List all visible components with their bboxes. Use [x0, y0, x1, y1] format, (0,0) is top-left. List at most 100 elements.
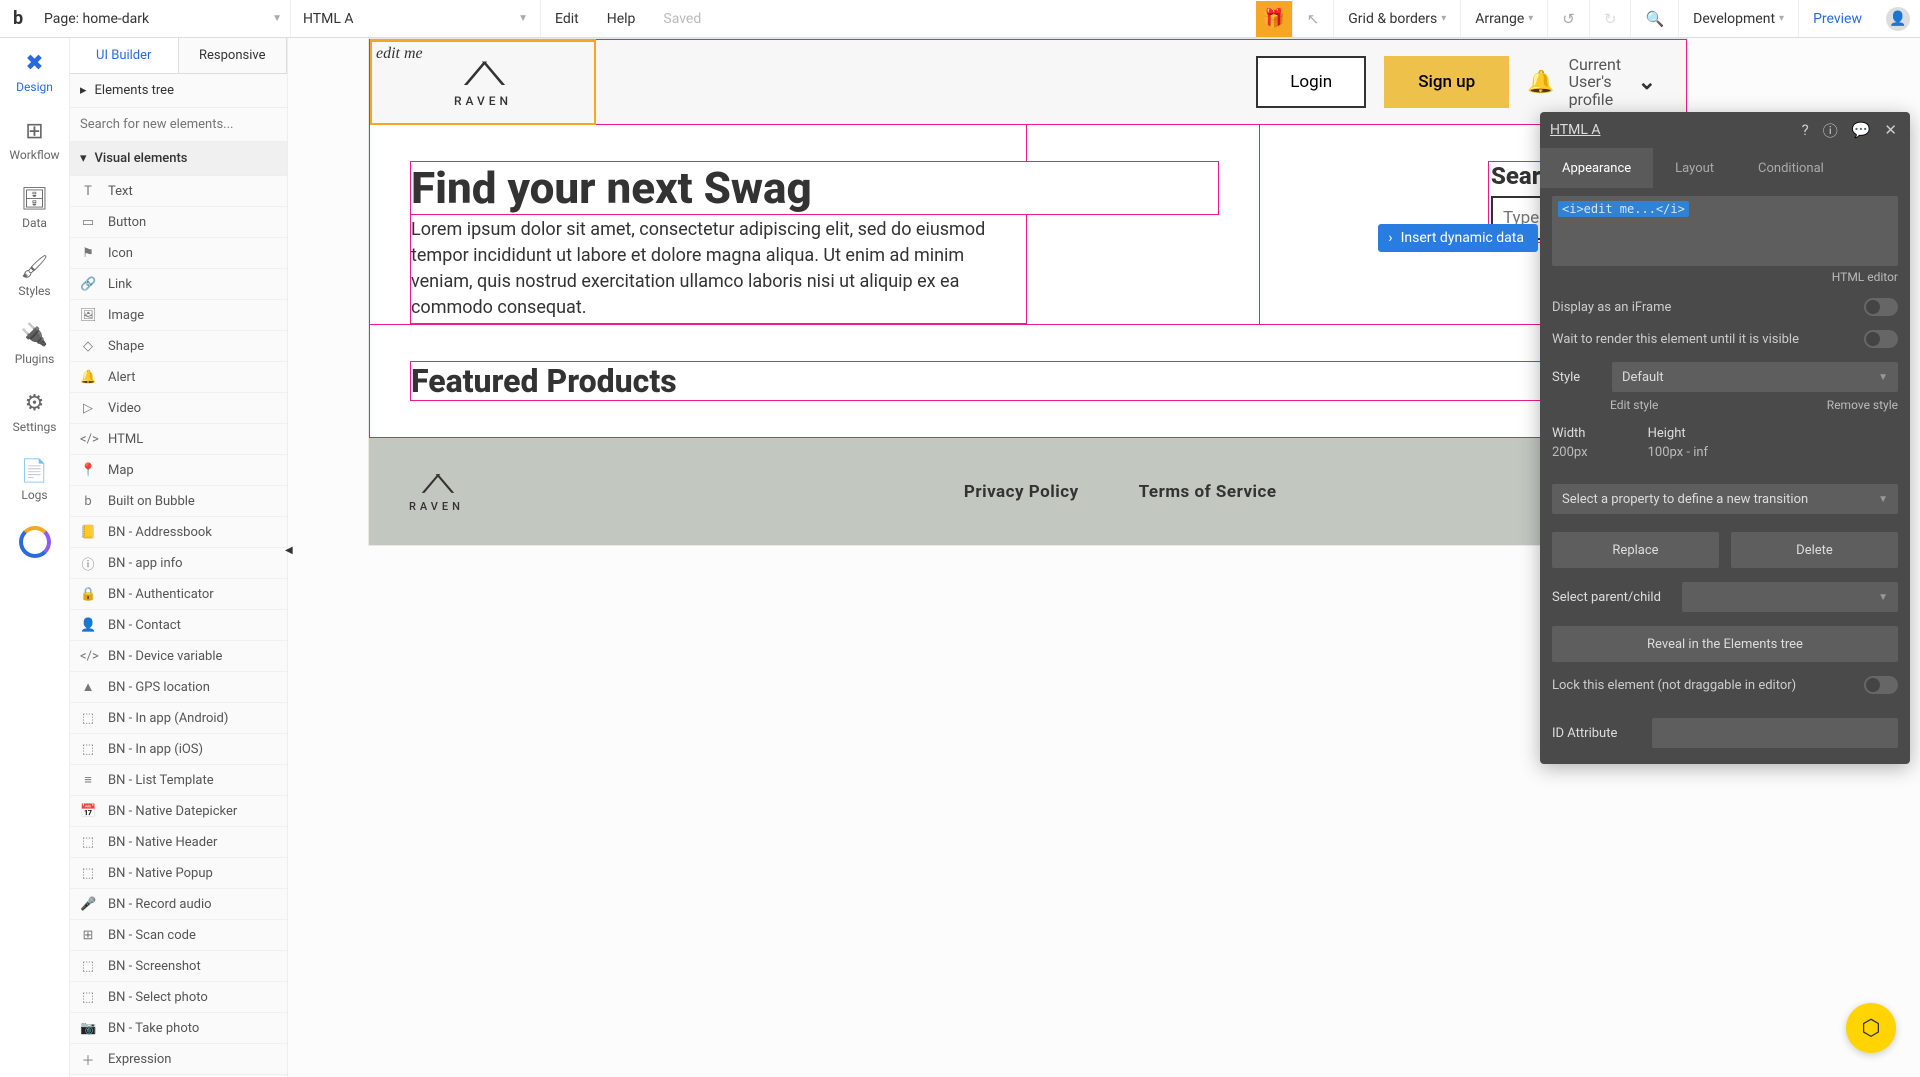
lock-toggle[interactable] — [1864, 676, 1898, 694]
palette-item[interactable]: ◇Shape — [70, 331, 287, 362]
palette-item[interactable]: ＋Expression — [70, 1044, 287, 1075]
palette-item[interactable]: ▲BN - GPS location — [70, 672, 287, 703]
palette-item[interactable]: 🔔Alert — [70, 362, 287, 393]
transition-select[interactable]: Select a property to define a new transi… — [1552, 484, 1898, 514]
tab-layout[interactable]: Layout — [1653, 148, 1736, 188]
replace-button[interactable]: Replace — [1552, 532, 1719, 568]
rail-design[interactable]: ✖ Design — [0, 38, 70, 106]
palette-item[interactable]: 🔗Link — [70, 269, 287, 300]
palette-item[interactable]: ▭Button — [70, 207, 287, 238]
palette-item[interactable]: ⬚BN - In app (iOS) — [70, 734, 287, 765]
help-menu[interactable]: Help — [593, 0, 650, 37]
palette-item[interactable]: TText — [70, 176, 287, 207]
palette-item[interactable]: ⚑Icon — [70, 238, 287, 269]
palette-item[interactable]: 📅BN - Native Datepicker — [70, 796, 287, 827]
palette-item[interactable]: bBuilt on Bubble — [70, 486, 287, 517]
workflow-icon: ⊞ — [25, 119, 43, 144]
undo-button[interactable]: ↺ — [1547, 0, 1589, 37]
body-text: Lorem ipsum dolor sit amet, consectetur … — [411, 219, 985, 318]
palette-item[interactable]: 🖼Image — [70, 300, 287, 331]
gift-icon[interactable]: 🎁 — [1256, 1, 1292, 37]
redo-button[interactable]: ↻ — [1589, 0, 1631, 37]
parent-select[interactable]: ▼ — [1682, 582, 1898, 612]
html-code-input[interactable]: <i>edit me...</i> — [1552, 196, 1898, 266]
login-button[interactable]: Login — [1256, 56, 1366, 108]
tab-conditional[interactable]: Conditional — [1736, 148, 1846, 188]
help-icon[interactable]: ? — [1799, 121, 1812, 139]
palette-item[interactable]: ≡BN - List Template — [70, 765, 287, 796]
rail-data[interactable]: 🗄 Data — [0, 174, 70, 242]
collapse-panel-icon[interactable]: ◀ — [285, 545, 293, 556]
html-editor-link[interactable]: HTML editor — [1552, 270, 1898, 284]
arrange-menu[interactable]: Arrange ▾ — [1460, 0, 1547, 37]
chevron-down-icon: ▼ — [1878, 372, 1888, 383]
palette-item[interactable]: 🔒BN - Authenticator — [70, 579, 287, 610]
edit-menu[interactable]: Edit — [541, 0, 593, 37]
bubble-logo[interactable]: b — [0, 8, 36, 29]
id-input[interactable] — [1652, 718, 1898, 748]
info-icon[interactable]: ⓘ — [1820, 120, 1841, 141]
style-value: Default — [1622, 370, 1664, 385]
comment-icon[interactable]: 💬 — [1849, 121, 1874, 139]
remove-style-link[interactable]: Remove style — [1827, 398, 1898, 412]
bell-icon[interactable]: 🔔 — [1527, 70, 1554, 95]
iframe-toggle[interactable] — [1864, 298, 1898, 316]
reveal-button[interactable]: Reveal in the Elements tree — [1552, 626, 1898, 662]
palette-item[interactable]: 📷BN - Take photo — [70, 1013, 287, 1044]
wait-toggle[interactable] — [1864, 330, 1898, 348]
inspector-title[interactable]: HTML A — [1550, 122, 1791, 138]
delete-button[interactable]: Delete — [1731, 532, 1898, 568]
tab-ui-builder[interactable]: UI Builder — [70, 38, 179, 73]
page-footer: ⟋⟍ RAVEN Privacy Policy Terms of Service — [369, 438, 1687, 545]
elements-tree-toggle[interactable]: ▸ Elements tree — [70, 74, 287, 108]
search-elements[interactable] — [70, 108, 287, 142]
palette-item[interactable]: ⬚BN - Native Popup — [70, 858, 287, 889]
style-select[interactable]: Default ▼ — [1612, 362, 1898, 392]
palette-item[interactable]: 🎤BN - Record audio — [70, 889, 287, 920]
design-icon: ✖ — [25, 51, 43, 76]
visual-elements-header[interactable]: ▾ Visual elements — [70, 142, 287, 176]
tab-appearance[interactable]: Appearance — [1540, 148, 1653, 188]
rail-workflow[interactable]: ⊞ Workflow — [0, 106, 70, 174]
element-icon: ▷ — [80, 401, 96, 416]
edit-style-link[interactable]: Edit style — [1610, 398, 1658, 412]
preview-button[interactable]: Preview — [1798, 0, 1876, 37]
palette-item[interactable]: ⬚BN - Screenshot — [70, 951, 287, 982]
terms-link[interactable]: Terms of Service — [1139, 482, 1277, 502]
palette-item[interactable]: ⓘBN - app info — [70, 548, 287, 579]
rail-styles[interactable]: 🖌 Styles — [0, 242, 70, 310]
palette-item[interactable]: ⬚BN - In app (Android) — [70, 703, 287, 734]
element-selector[interactable]: HTML A ▼ — [291, 0, 541, 37]
rail-plugins[interactable]: 🔌 Plugins — [0, 310, 70, 378]
help-fab[interactable]: ⬡ — [1846, 1003, 1896, 1053]
pointer-tool[interactable]: ↖ — [1292, 0, 1334, 37]
privacy-link[interactable]: Privacy Policy — [964, 482, 1079, 502]
palette-item-label: Button — [108, 215, 146, 230]
search-input[interactable] — [80, 117, 277, 132]
palette-item[interactable]: 👤BN - Contact — [70, 610, 287, 641]
html-a-element[interactable]: edit me ⟋⟍ RAVEN — [370, 39, 596, 125]
mode-menu[interactable]: Development ▾ — [1678, 0, 1798, 37]
chevron-down-icon[interactable]: ⌄ — [1638, 70, 1656, 95]
palette-item[interactable]: 📒BN - Addressbook — [70, 517, 287, 548]
insert-dynamic-data-button[interactable]: › Insert dynamic data — [1378, 224, 1538, 252]
close-icon[interactable]: ✕ — [1881, 121, 1900, 139]
tab-responsive[interactable]: Responsive — [179, 38, 288, 73]
palette-item[interactable]: ⬚BN - Select photo — [70, 982, 287, 1013]
palette-item[interactable]: 📍Map — [70, 455, 287, 486]
palette-item[interactable]: ▷Video — [70, 393, 287, 424]
page-selector[interactable]: Page: home-dark ▼ — [36, 0, 291, 37]
rail-settings[interactable]: ⚙ Settings — [0, 378, 70, 446]
signup-button[interactable]: Sign up — [1384, 56, 1509, 108]
palette-item[interactable]: </>BN - Device variable — [70, 641, 287, 672]
chevron-down-icon: ▼ — [518, 13, 528, 24]
palette-item[interactable]: </>HTML — [70, 424, 287, 455]
palette-item[interactable]: ⬚BN - Native Header — [70, 827, 287, 858]
height-label: Height — [1648, 426, 1708, 441]
rail-logs[interactable]: 📄 Logs — [0, 446, 70, 514]
user-avatar[interactable]: 👤 — [1886, 7, 1910, 31]
grid-borders-menu[interactable]: Grid & borders ▾ — [1333, 0, 1460, 37]
search-button[interactable]: 🔍 — [1630, 0, 1678, 37]
elements-tree-label: Elements tree — [95, 83, 174, 98]
palette-item[interactable]: ⊞BN - Scan code — [70, 920, 287, 951]
